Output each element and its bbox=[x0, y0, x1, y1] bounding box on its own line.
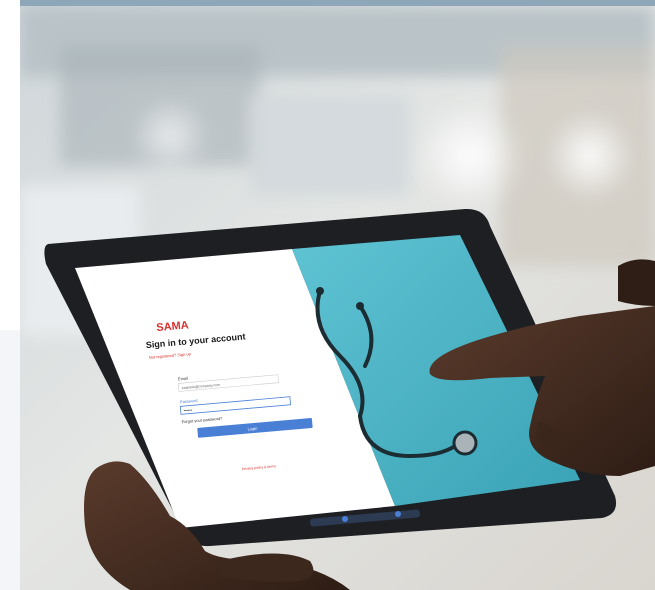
email-label: Email bbox=[178, 376, 189, 382]
login-button-label: Login bbox=[247, 426, 257, 432]
left-margin bbox=[0, 0, 20, 590]
tablet-photo: SAMA Sign in to your account Not registe… bbox=[20, 6, 655, 590]
password-field[interactable]: •••••• bbox=[183, 407, 192, 413]
